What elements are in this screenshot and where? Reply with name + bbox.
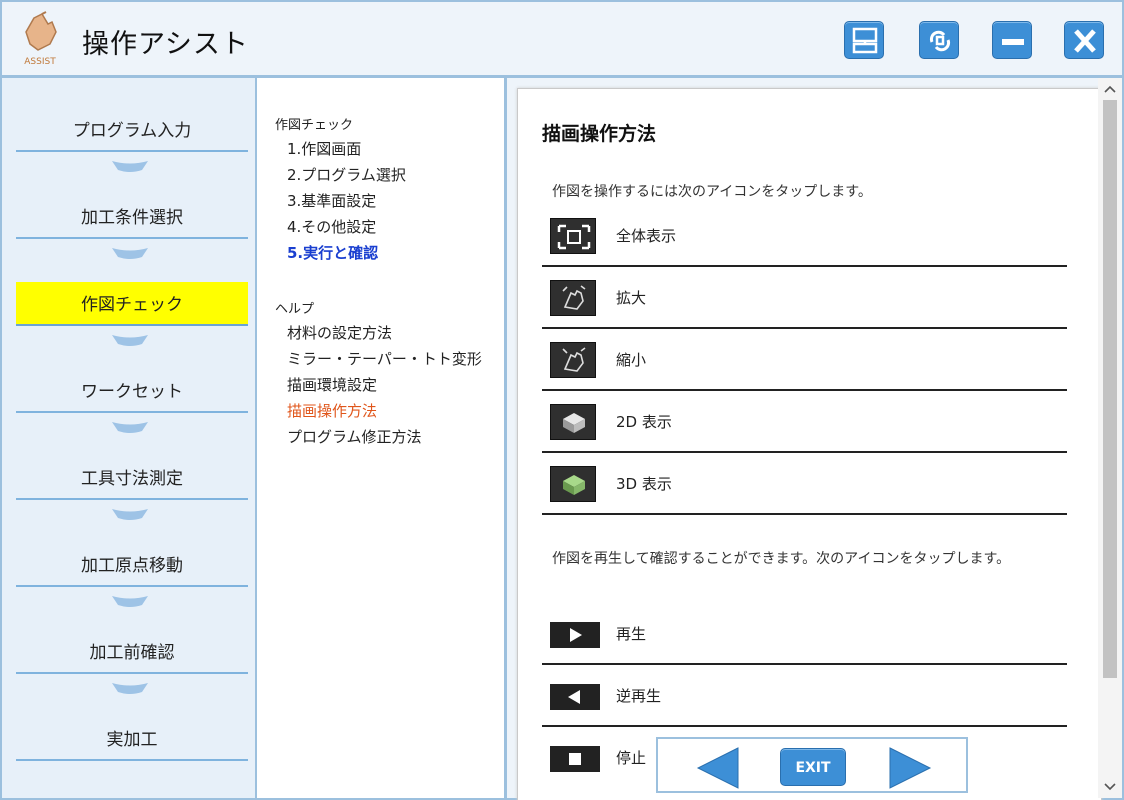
minimize-button[interactable] [992, 21, 1032, 59]
view-label: 3D 表示 [616, 475, 672, 493]
view-2d-icon [550, 404, 596, 440]
playback-label: 再生 [616, 625, 647, 643]
menu-heading-drawing-check: 作図チェック [275, 118, 354, 133]
view-label: 縮小 [616, 351, 647, 369]
view-row-fit: 全体表示 [542, 205, 1067, 267]
chevron-down-icon [112, 509, 148, 520]
close-button[interactable] [1064, 21, 1104, 59]
playback-intro-text: 作図を再生して確認することができます。次のアイコンをタップします。 [552, 551, 1011, 567]
view-label: 全体表示 [616, 227, 677, 245]
playback-row-reverse: 逆再生 [542, 665, 1067, 727]
scroll-thumb[interactable] [1103, 100, 1117, 678]
playback-label: 逆再生 [616, 687, 662, 705]
intro-text: 作図を操作するには次のアイコンをタップします。 [552, 184, 872, 200]
step-origin-move[interactable]: 加工原点移動 [16, 543, 248, 587]
menu-item-program-select[interactable]: 2.プログラム選択 [287, 164, 406, 185]
content-title: 描画操作方法 [542, 123, 657, 145]
view-label: 2D 表示 [616, 413, 672, 431]
menu-item-drawing-screen[interactable]: 1.作図画面 [287, 138, 361, 159]
scroll-down-icon[interactable] [1098, 778, 1122, 796]
view-row-zoom-in: 拡大 [542, 267, 1067, 329]
previous-page-button[interactable] [692, 746, 744, 790]
view-label: 拡大 [616, 289, 647, 307]
chevron-down-icon [112, 683, 148, 694]
topic-menu: 作図チェック 1.作図画面 2.プログラム選択 3.基準面設定 4.その他設定 … [257, 78, 507, 800]
menu-item-reference-plane[interactable]: 3.基準面設定 [287, 190, 376, 211]
view-row-2d: 2D 表示 [542, 391, 1067, 453]
content-page: 描画操作方法 作図を操作するには次のアイコンをタップします。 全体表示 拡大 縮… [517, 88, 1102, 800]
view-row-zoom-out: 縮小 [542, 329, 1067, 391]
chevron-down-icon [112, 335, 148, 346]
play-icon [550, 622, 600, 648]
reverse-icon [550, 684, 600, 710]
title-bar: ASSIST 操作アシスト [0, 0, 1124, 78]
stop-icon [550, 746, 600, 772]
menu-heading-help: ヘルプ [275, 302, 315, 317]
zoom-in-icon [550, 280, 596, 316]
content-area: 描画操作方法 作図を操作するには次のアイコンをタップします。 全体表示 拡大 縮… [507, 78, 1124, 800]
app-title: 操作アシスト [82, 29, 249, 60]
step-pre-check[interactable]: 加工前確認 [16, 630, 248, 674]
chevron-down-icon [112, 161, 148, 172]
scroll-up-icon[interactable] [1098, 80, 1122, 98]
step-program-input[interactable]: プログラム入力 [16, 108, 248, 152]
chevron-down-icon [112, 248, 148, 259]
page-navigation: EXIT [656, 737, 968, 793]
app-logo: ASSIST [12, 10, 68, 68]
zoom-out-icon [550, 342, 596, 378]
chevron-down-icon [112, 422, 148, 433]
step-work-set[interactable]: ワークセット [16, 369, 248, 413]
switch-button[interactable] [919, 21, 959, 59]
menu-item-drawing-env[interactable]: 描画環境設定 [287, 374, 377, 395]
fit-all-icon [550, 218, 596, 254]
chevron-down-icon [112, 596, 148, 607]
menu-item-program-edit[interactable]: プログラム修正方法 [287, 426, 422, 447]
content-scrollbar[interactable] [1098, 78, 1122, 798]
step-machining-condition[interactable]: 加工条件選択 [16, 195, 248, 239]
menu-item-material-setting[interactable]: 材料の設定方法 [287, 322, 392, 343]
menu-item-mirror-taper[interactable]: ミラー・テーパー・トト変形 [287, 348, 482, 369]
view-row-3d: 3D 表示 [542, 453, 1067, 515]
step-panel: プログラム入力 加工条件選択 作図チェック ワークセット 工具寸法測定 加工原点… [0, 78, 257, 800]
step-actual-machining[interactable]: 実加工 [16, 717, 248, 761]
playback-label: 停止 [616, 749, 647, 767]
playback-row-play: 再生 [542, 603, 1067, 665]
menu-item-other-settings[interactable]: 4.その他設定 [287, 216, 376, 237]
step-drawing-check[interactable]: 作図チェック [16, 282, 248, 326]
step-tool-measure[interactable]: 工具寸法測定 [16, 456, 248, 500]
view-3d-icon [550, 466, 596, 502]
next-page-button[interactable] [884, 746, 936, 790]
logo-text: ASSIST [24, 57, 56, 67]
menu-item-drawing-operation[interactable]: 描画操作方法 [287, 400, 377, 421]
exit-button[interactable]: EXIT [780, 748, 846, 786]
display-button[interactable] [844, 21, 884, 59]
menu-item-run-and-check[interactable]: 5.実行と確認 [287, 242, 378, 263]
